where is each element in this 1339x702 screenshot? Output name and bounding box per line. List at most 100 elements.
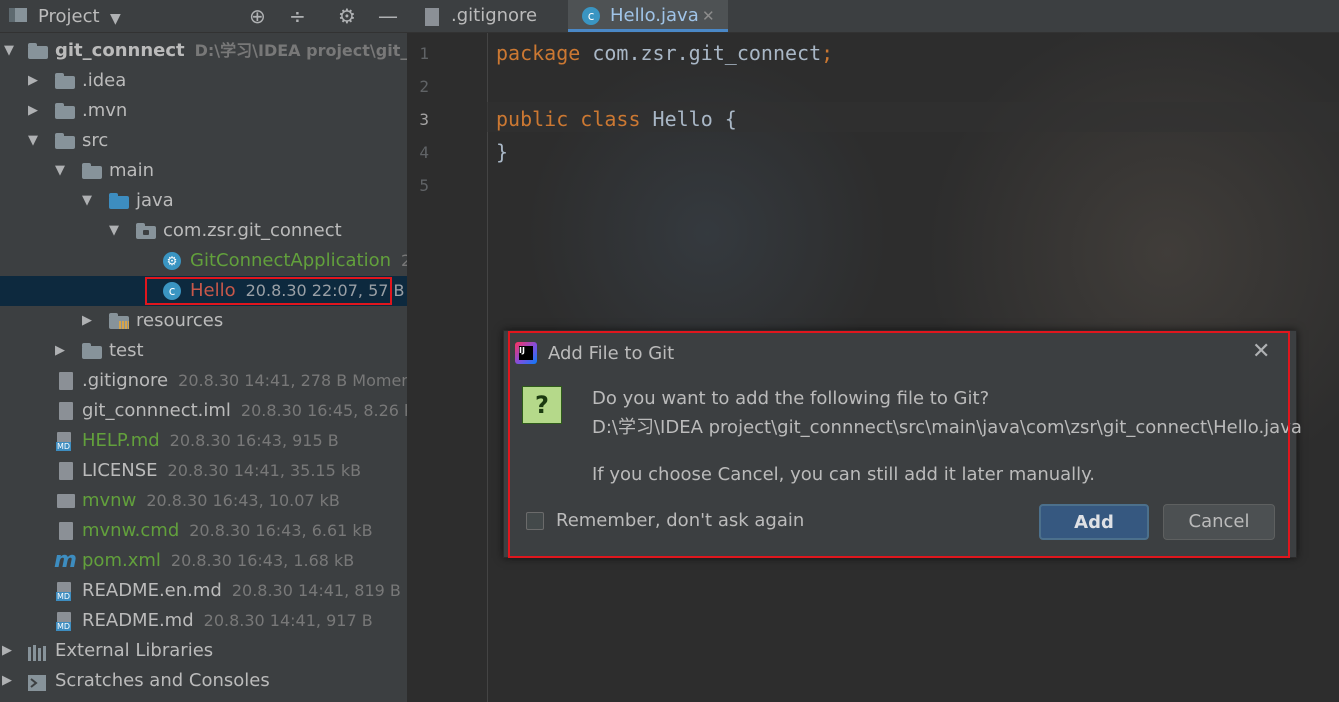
- project-header: Project ▼ ⊕ ÷ ⚙ —: [0, 0, 407, 33]
- folder-icon: [55, 133, 75, 149]
- collapsed-arrow-icon[interactable]: ▶: [55, 336, 65, 366]
- folder-icon: [55, 103, 75, 119]
- settings-gear-icon[interactable]: ⚙: [338, 4, 356, 28]
- tree-label: LICENSE 20.8.30 14:41, 35.15 kB: [82, 460, 362, 481]
- tab-label: .gitignore: [451, 5, 538, 26]
- libraries-icon: [27, 642, 47, 661]
- tree-row-package[interactable]: ▼ com.zsr.git_connect: [0, 216, 407, 246]
- file-path: D:\学习\IDEA project\git_connnect\src\main…: [592, 417, 1302, 438]
- tree-row-resources[interactable]: ▶ resources: [0, 306, 407, 336]
- tree-row-scratches[interactable]: ▶ Scratches and Consoles: [0, 666, 407, 696]
- package-icon: [136, 223, 156, 239]
- text-file-icon: [59, 462, 73, 480]
- folder-icon: [82, 163, 102, 179]
- line-number: 2: [419, 77, 429, 96]
- tree-label: resources: [136, 310, 224, 331]
- line-number: 1: [419, 44, 429, 63]
- collapsed-arrow-icon[interactable]: ▶: [2, 636, 12, 666]
- tree-label: .idea: [82, 70, 127, 91]
- folder-icon: [82, 343, 102, 359]
- tree-row-mvnw-cmd[interactable]: mvnw.cmd 20.8.30 16:43, 6.61 kB: [0, 516, 407, 546]
- tree-label: pom.xml 20.8.30 16:43, 1.68 kB: [82, 550, 355, 571]
- maven-icon: m: [54, 548, 77, 573]
- tree-row-iml[interactable]: git_connnect.iml 20.8.30 16:45, 8.26 kB: [0, 396, 407, 426]
- line-number: 5: [419, 176, 429, 195]
- collapsed-arrow-icon[interactable]: ▶: [82, 306, 92, 336]
- tree-label: README.en.md 20.8.30 14:41, 819 B: [82, 580, 401, 601]
- remember-checkbox-label[interactable]: Remember, don't ask again: [556, 510, 804, 531]
- view-dropdown-icon[interactable]: ▼: [110, 7, 121, 31]
- project-tool-window: Project ▼ ⊕ ÷ ⚙ — ▼ git_connnect D:\学习\ID…: [0, 0, 407, 702]
- expanded-arrow-icon[interactable]: ▼: [55, 156, 65, 186]
- tree-label: GitConnectApplication20: [190, 250, 407, 271]
- tree-label: java: [136, 190, 174, 211]
- tree-label: test: [109, 340, 144, 361]
- shell-script-icon: [57, 494, 75, 508]
- dialog-question: Do you want to add the following file to…: [592, 388, 990, 409]
- tree-row-src[interactable]: ▼ src: [0, 126, 407, 156]
- tree-label: External Libraries: [55, 640, 214, 661]
- locate-file-icon[interactable]: ⊕: [249, 4, 266, 28]
- source-folder-icon: [109, 193, 129, 209]
- tree-row-git-connnect[interactable]: ▼ git_connnect D:\学习\IDEA project\git_co: [0, 36, 407, 66]
- editor-tab-bar: .gitignore c Hello.java ✕: [407, 0, 1339, 33]
- tree-row-main[interactable]: ▼ main: [0, 156, 407, 186]
- expanded-arrow-icon[interactable]: ▼: [28, 126, 38, 156]
- highlight-box: [145, 277, 392, 305]
- tree-row-gitignore[interactable]: .gitignore 20.8.30 14:41, 278 B Moments: [0, 366, 407, 396]
- add-button[interactable]: Add: [1039, 504, 1149, 540]
- tree-label: src: [82, 130, 109, 151]
- line-number: 4: [419, 143, 429, 162]
- remember-checkbox[interactable]: [526, 512, 544, 530]
- add-file-to-git-dialog: Add File to Git ✕ ? Do you want to add t…: [503, 330, 1302, 558]
- collapsed-arrow-icon[interactable]: ▶: [2, 666, 12, 696]
- dialog-note: If you choose Cancel, you can still add …: [592, 464, 1095, 485]
- markdown-file-icon: [56, 612, 72, 631]
- tab-label: Hello.java: [610, 5, 699, 26]
- dialog-title: Add File to Git: [548, 343, 675, 364]
- tab-hello-java[interactable]: c Hello.java ✕: [568, 0, 728, 32]
- markdown-file-icon: [56, 432, 72, 451]
- scratches-icon: [27, 672, 47, 691]
- collapsed-arrow-icon[interactable]: ▶: [28, 96, 38, 126]
- expanded-arrow-icon[interactable]: ▼: [4, 36, 14, 66]
- close-tab-icon[interactable]: ✕: [702, 0, 715, 32]
- collapsed-arrow-icon[interactable]: ▶: [28, 66, 38, 96]
- tree-row-mvnw[interactable]: mvnw 20.8.30 16:43, 10.07 kB: [0, 486, 407, 516]
- tree-row-readme-md[interactable]: README.md20.8.30 14:41, 917 B: [0, 606, 407, 636]
- tree-row-java[interactable]: ▼ java: [0, 186, 407, 216]
- tree-row-pom-xml[interactable]: m pom.xml 20.8.30 16:43, 1.68 kB: [0, 546, 407, 576]
- java-class-icon: c: [582, 7, 600, 25]
- resources-folder-icon: [109, 313, 129, 329]
- code-line-4: }: [496, 140, 509, 164]
- tree-row-license[interactable]: LICENSE 20.8.30 14:41, 35.15 kB: [0, 456, 407, 486]
- tree-label: git_connnect D:\学习\IDEA project\git_co: [55, 40, 407, 61]
- tree-label: Scratches and Consoles: [55, 670, 270, 691]
- spring-boot-class-icon: ⚙: [163, 252, 181, 270]
- tree-label: com.zsr.git_connect: [163, 220, 342, 241]
- tree-row-help-md[interactable]: HELP.md20.8.30 16:43, 915 B: [0, 426, 407, 456]
- expanded-arrow-icon[interactable]: ▼: [82, 186, 92, 216]
- tree-row-test[interactable]: ▶ test: [0, 336, 407, 366]
- tree-row-mvn[interactable]: ▶ .mvn: [0, 96, 407, 126]
- tree-row-readme-en-md[interactable]: README.en.md20.8.30 14:41, 819 B: [0, 576, 407, 606]
- tree-row-gitconnectapplication[interactable]: ⚙ GitConnectApplication20: [0, 246, 407, 276]
- hide-panel-icon[interactable]: —: [378, 4, 398, 28]
- tree-label: README.md 20.8.30 14:41, 917 B: [82, 610, 373, 631]
- project-view-icon[interactable]: [8, 5, 30, 25]
- text-file-icon: [59, 522, 73, 540]
- expanded-arrow-icon[interactable]: ▼: [109, 216, 119, 246]
- tree-label: git_connnect.iml 20.8.30 16:45, 8.26 kB: [82, 400, 407, 421]
- module-folder-icon: [28, 43, 48, 59]
- code-line-1: package com.zsr.git_connect;: [496, 41, 834, 65]
- tab-gitignore[interactable]: .gitignore: [407, 0, 567, 32]
- close-dialog-icon[interactable]: ✕: [1252, 339, 1270, 364]
- tree-row-idea[interactable]: ▶ .idea: [0, 66, 407, 96]
- tree-row-external-libraries[interactable]: ▶ External Libraries: [0, 636, 407, 666]
- collapse-all-icon[interactable]: ÷: [289, 4, 306, 28]
- line-number-gutter: 1 2 3 4 5: [407, 33, 488, 702]
- project-view-title[interactable]: Project: [38, 6, 100, 27]
- cancel-button[interactable]: Cancel: [1163, 504, 1275, 540]
- tree-label: mvnw 20.8.30 16:43, 10.07 kB: [82, 490, 340, 511]
- module-file-icon: [59, 402, 73, 420]
